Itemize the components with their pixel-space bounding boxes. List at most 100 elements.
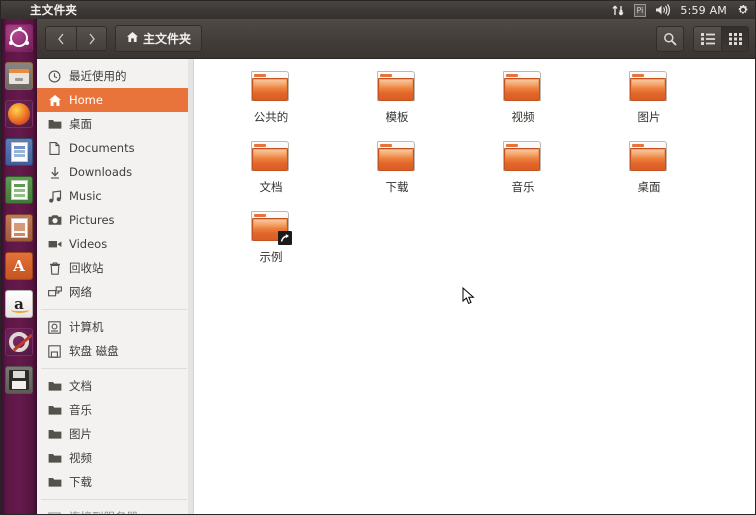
sidebar-item-trash[interactable]: 回收站 [37,256,193,280]
nav-buttons [45,26,107,51]
folder-icon [47,475,62,490]
floppy-disk-icon [5,366,33,394]
launcher-item-libreoffice-writer[interactable] [1,133,37,171]
sidebar-separator [41,368,187,369]
sidebar-item-computer[interactable]: 计算机 [37,315,193,339]
search-button[interactable] [656,25,684,52]
files-icon [5,62,33,90]
gear-icon[interactable] [736,3,750,17]
file-item[interactable]: 模板 [334,71,460,141]
sidebar-item-home[interactable]: Home [37,88,193,112]
folder-icon [377,141,417,174]
sidebar-item-bookmark-documents[interactable]: 文档 [37,374,193,398]
file-item-symlink[interactable]: 示例 [208,211,334,281]
file-item[interactable]: 视频 [460,71,586,141]
file-label: 文档 [259,180,283,194]
file-label: 公共的 [253,110,289,124]
folder-icon [503,141,543,174]
folder-icon [377,71,417,104]
back-button[interactable] [45,26,76,51]
folder-icon [47,451,62,466]
file-item[interactable]: 文档 [208,141,334,211]
places-sidebar[interactable]: 最近使用的 Home 桌面 Documents Downloads Music … [37,59,194,514]
network-updown-icon[interactable] [611,5,625,16]
sidebar-item-bookmark-downloads[interactable]: 下载 [37,470,193,494]
launcher-item-software-center[interactable]: A [1,247,37,285]
file-item[interactable]: 下载 [334,141,460,211]
volume-icon[interactable] [655,4,671,16]
breadcrumb-home-button[interactable]: 主文件夹 [115,25,203,52]
file-label: 视频 [511,110,535,124]
camera-icon [47,213,62,228]
launcher-item-disk[interactable] [1,361,37,399]
view-mode-switcher [693,25,749,52]
sidebar-item-label: 音乐 [69,403,92,417]
folder-icon [251,141,291,174]
launcher-item-firefox[interactable] [1,95,37,133]
music-note-icon [47,189,62,204]
folder-icon [47,403,62,418]
sidebar-item-network[interactable]: 网络 [37,280,193,304]
folder-icon [629,141,669,174]
sidebar-item-bookmark-music[interactable]: 音乐 [37,398,193,422]
sidebar-item-bookmark-pictures[interactable]: 图片 [37,422,193,446]
file-grid-area[interactable]: 公共的 模板 视频 图片 文档 下载 音乐 桌面 示例 [194,59,755,514]
sidebar-item-bookmark-videos[interactable]: 视频 [37,446,193,470]
sidebar-item-label: 视频 [69,451,92,465]
sidebar-item-label: Pictures [69,213,115,227]
download-icon [47,165,62,180]
launcher-item-libreoffice-impress[interactable] [1,209,37,247]
sidebar-item-documents[interactable]: Documents [37,136,193,160]
list-view-button[interactable] [693,25,721,52]
document-icon [47,141,62,156]
sidebar-item-pictures[interactable]: Pictures [37,208,193,232]
launcher-item-files[interactable] [1,57,37,95]
sidebar-separator [41,499,187,500]
top-panel: 主文件夹 Pi 5:59 AM [1,1,755,19]
folder-icon [47,117,62,132]
sidebar-scrollbar[interactable] [188,59,193,514]
breadcrumb-label: 主文件夹 [143,32,192,46]
sidebar-item-label: 下载 [69,475,92,489]
sidebar-item-recent[interactable]: 最近使用的 [37,64,193,88]
sidebar-item-connect-to-server[interactable]: 连接到服务器 [37,505,193,514]
file-item[interactable]: 图片 [586,71,712,141]
amazon-icon: a [5,290,33,318]
libreoffice-calc-icon [5,176,33,204]
sidebar-item-music[interactable]: Music [37,184,193,208]
desktop-screen: 主文件夹 Pi 5:59 AM A a 主文件夹 最近使用的 Home 桌面 D… [0,0,756,515]
libreoffice-impress-icon [5,214,33,242]
launcher-item-system-settings[interactable] [1,323,37,361]
libreoffice-writer-icon [5,138,33,166]
floppy-disk-icon [47,344,62,359]
launcher-item-ubuntu-dash[interactable] [1,19,37,57]
grid-view-button[interactable] [721,25,749,52]
window-body: 最近使用的 Home 桌面 Documents Downloads Music … [37,59,755,514]
launcher-spacer [1,399,37,514]
clock-time[interactable]: 5:59 AM [680,4,727,17]
keyboard-layout-indicator[interactable]: Pi [633,3,647,17]
sidebar-item-label: Music [69,189,102,203]
folder-icon [251,211,292,245]
trash-icon [47,261,62,276]
sidebar-item-desktop[interactable]: 桌面 [37,112,193,136]
launcher-item-amazon[interactable]: a [1,285,37,323]
file-manager-toolbar: 主文件夹 [37,19,755,59]
sidebar-item-downloads[interactable]: Downloads [37,160,193,184]
sidebar-item-label: 软盘 磁盘 [69,344,119,358]
file-label: 示例 [259,250,283,264]
sidebar-item-label: 计算机 [69,320,104,334]
launcher-item-libreoffice-calc[interactable] [1,171,37,209]
file-item[interactable]: 音乐 [460,141,586,211]
sidebar-item-label: 回收站 [69,261,104,275]
video-camera-icon [47,237,62,252]
file-item[interactable]: 桌面 [586,141,712,211]
forward-button[interactable] [76,26,107,51]
file-label: 图片 [637,110,661,124]
sidebar-item-floppy-disk[interactable]: 软盘 磁盘 [37,339,193,363]
file-item[interactable]: 公共的 [208,71,334,141]
unity-launcher[interactable]: A a [1,19,37,514]
home-icon [47,93,62,108]
sidebar-item-videos[interactable]: Videos [37,232,193,256]
clock-icon [47,69,62,84]
